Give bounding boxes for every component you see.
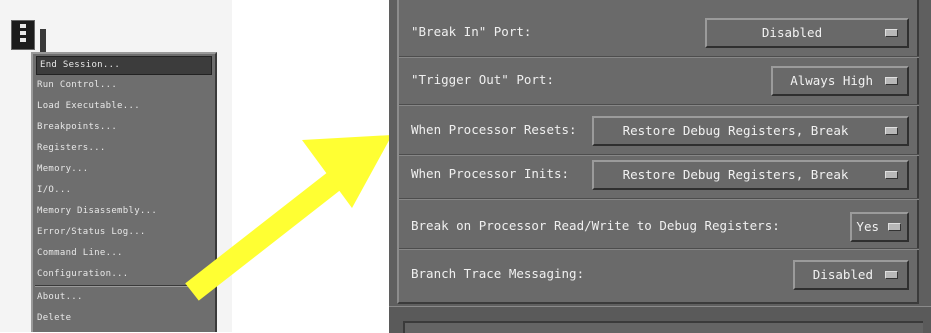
branch-trace-value: Disabled xyxy=(812,267,873,282)
config-row-debug-registers: Break on Processor Read/Write to Debug R… xyxy=(399,204,919,248)
branch-trace-label: Branch Trace Messaging: xyxy=(411,266,585,281)
option-menu-icon xyxy=(885,29,898,37)
icon-bar xyxy=(20,38,26,42)
config-row-break-in: "Break In" Port: Disabled xyxy=(399,10,919,54)
option-menu-icon xyxy=(885,127,898,135)
dialog-footer-well xyxy=(403,321,923,333)
option-menu-icon xyxy=(885,77,898,85)
debug-registers-label: Break on Processor Read/Write to Debug R… xyxy=(411,218,780,233)
config-row-processor-inits: When Processor Inits: Restore Debug Regi… xyxy=(399,152,919,196)
break-in-port-label: "Break In" Port: xyxy=(411,24,532,39)
config-row-branch-trace: Branch Trace Messaging: Disabled xyxy=(399,252,919,296)
processor-inits-value: Restore Debug Registers, Break xyxy=(622,167,849,182)
option-menu-icon xyxy=(885,271,898,279)
menu-item-run-control[interactable]: Run Control... xyxy=(33,75,215,96)
break-in-port-value: Disabled xyxy=(761,25,823,40)
icon-bar xyxy=(20,31,26,35)
break-in-port-option[interactable]: Disabled xyxy=(705,18,909,48)
option-menu-icon xyxy=(888,223,901,231)
config-row-processor-resets: When Processor Resets: Restore Debug Reg… xyxy=(399,108,919,152)
processor-resets-option[interactable]: Restore Debug Registers, Break xyxy=(592,116,909,146)
processor-resets-value: Restore Debug Registers, Break xyxy=(622,123,849,138)
icon-bar xyxy=(20,24,26,28)
debug-registers-option[interactable]: Yes xyxy=(850,212,909,242)
menu-item-load-executable[interactable]: Load Executable... xyxy=(33,96,215,117)
dialog-footer xyxy=(389,306,931,333)
menu-item-end-session[interactable]: End Session... xyxy=(36,56,212,75)
branch-trace-option[interactable]: Disabled xyxy=(793,260,909,290)
option-menu-icon xyxy=(885,171,898,179)
configuration-dialog: "Break In" Port: Disabled "Trigger Out" … xyxy=(389,0,931,333)
row-divider xyxy=(399,198,919,200)
debug-registers-value: Yes xyxy=(856,219,879,234)
row-divider xyxy=(399,248,919,250)
trigger-out-port-label: "Trigger Out" Port: xyxy=(411,72,554,87)
row-divider xyxy=(399,104,919,106)
configuration-panel: "Break In" Port: Disabled "Trigger Out" … xyxy=(397,0,919,304)
config-row-trigger-out: "Trigger Out" Port: Always High xyxy=(399,58,919,102)
processor-inits-option[interactable]: Restore Debug Registers, Break xyxy=(592,160,909,190)
processor-inits-label: When Processor Inits: xyxy=(411,166,570,181)
debugger-tool-icon[interactable] xyxy=(11,20,46,55)
processor-resets-label: When Processor Resets: xyxy=(411,122,577,137)
trigger-out-port-value: Always High xyxy=(790,73,873,88)
trigger-out-port-option[interactable]: Always High xyxy=(771,66,909,96)
arrow-icon xyxy=(185,135,392,301)
arrow-shape xyxy=(185,135,392,301)
